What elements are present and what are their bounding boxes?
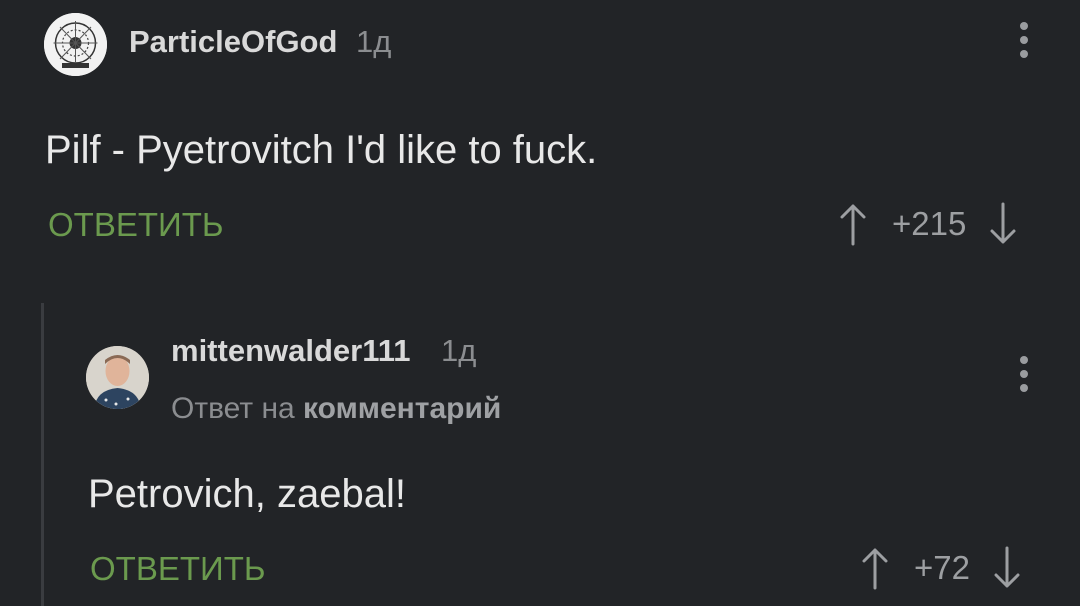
comments-page: ParticleOfGod 1д Pilf - Pyetrovitch I'd … [0,0,1080,606]
score: +72 [914,549,970,586]
more-menu-icon[interactable] [1018,22,1030,58]
reply-to-line: Ответ на комментарий [171,392,501,426]
reply-comment: mittenwalder111 1д Ответ на комментарий … [0,300,1080,606]
ornament-avatar-icon [44,13,107,76]
username[interactable]: ParticleOfGod [129,24,337,60]
person-avatar-icon [86,346,149,409]
comment-text: Pilf - Pyetrovitch I'd like to fuck. [45,128,598,172]
reply-button[interactable]: ОТВЕТИТЬ [48,206,224,244]
reply-to-prefix: Ответ на [171,392,295,425]
upvote-arrow-icon[interactable] [860,546,890,590]
score: +215 [892,205,967,242]
reply-button[interactable]: ОТВЕТИТЬ [90,550,266,588]
vote-controls: +215 [838,202,1018,246]
timestamp: 1д [356,24,392,59]
username[interactable]: mittenwalder111 [171,333,411,369]
reply-to-link[interactable]: комментарий [303,392,501,425]
vote-controls: +72 [860,546,1022,590]
avatar[interactable] [86,346,149,409]
comment: ParticleOfGod 1д Pilf - Pyetrovitch I'd … [0,0,1080,280]
comment-text: Petrovich, zaebal! [88,472,406,516]
downvote-arrow-icon[interactable] [988,202,1018,246]
avatar[interactable] [44,13,107,76]
downvote-arrow-icon[interactable] [992,546,1022,590]
more-menu-icon[interactable] [1018,356,1030,392]
timestamp: 1д [441,333,477,368]
upvote-arrow-icon[interactable] [838,202,868,246]
